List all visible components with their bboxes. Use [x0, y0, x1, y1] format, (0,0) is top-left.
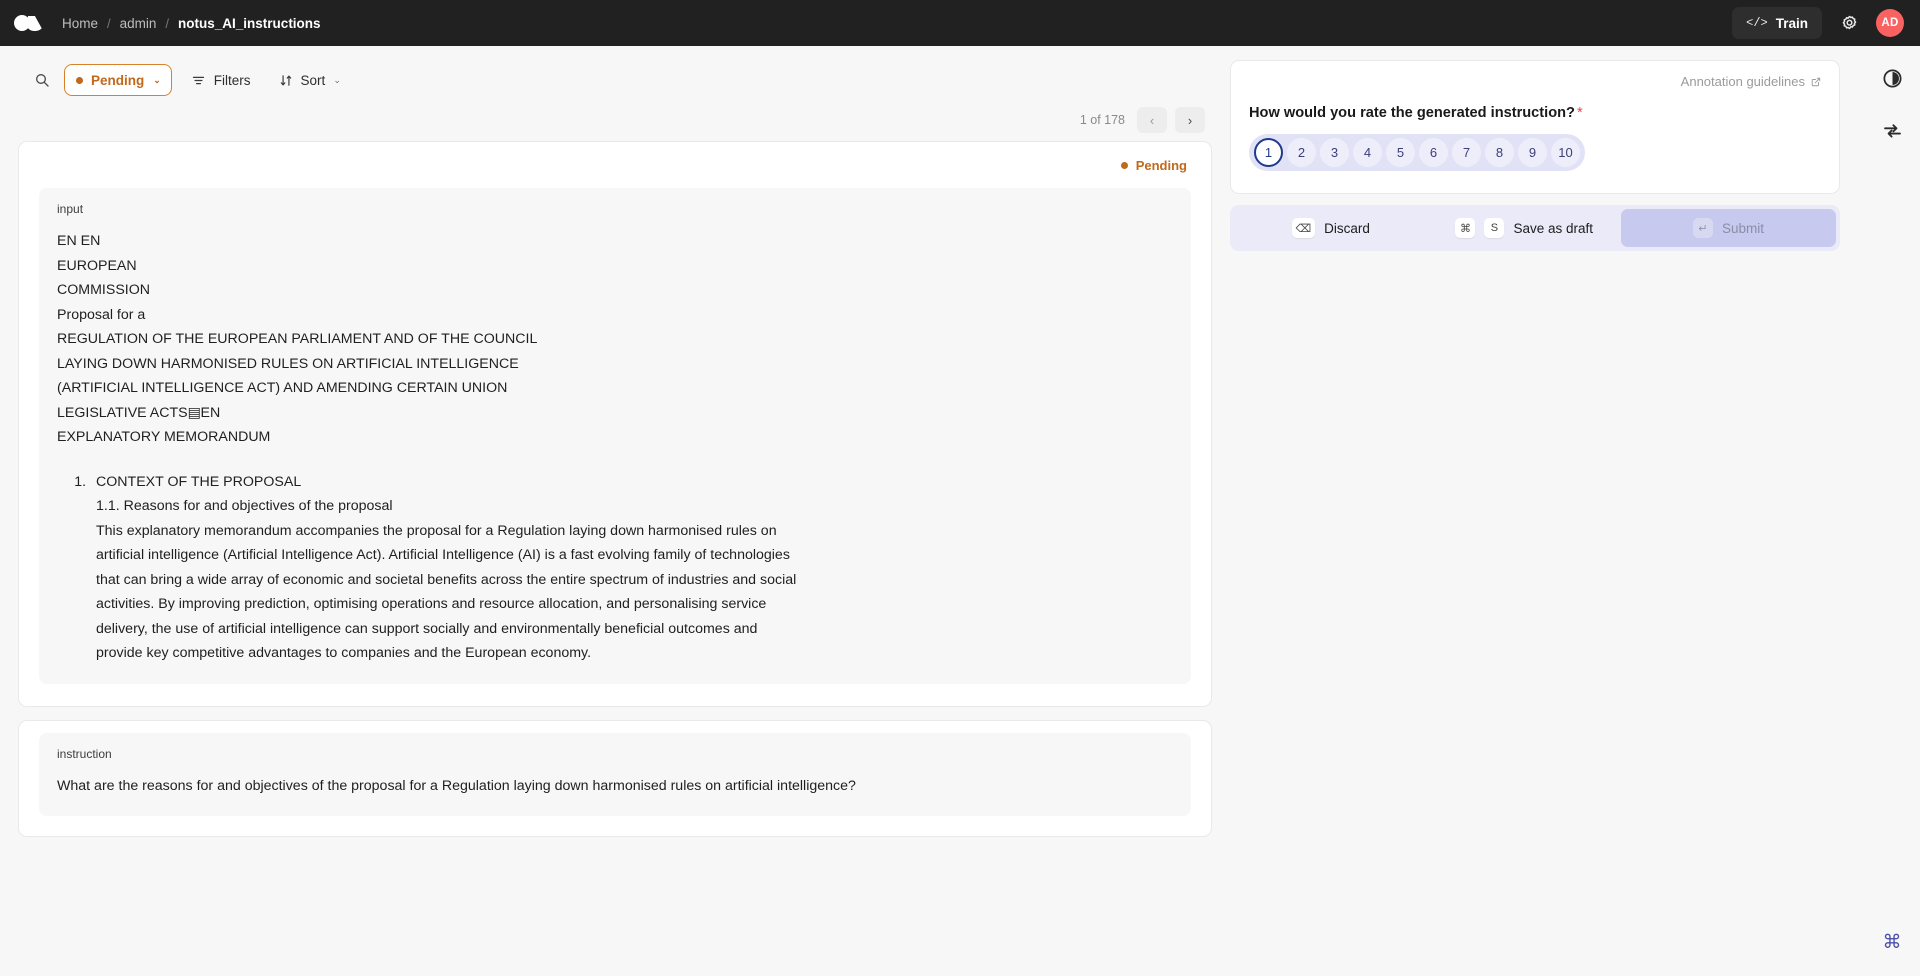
- status-filter-label: Pending: [91, 73, 144, 88]
- search-button[interactable]: [30, 68, 54, 92]
- rating-option-4[interactable]: 4: [1353, 138, 1382, 167]
- chevron-down-icon: ⌄: [333, 75, 341, 86]
- subsection-heading: 1.1. Reasons for and objectives of the p…: [90, 494, 1173, 519]
- field-instruction: instruction What are the reasons for and…: [39, 733, 1191, 817]
- question-text: How would you rate the generated instruc…: [1249, 105, 1575, 121]
- contrast-mode-icon: [1882, 68, 1903, 89]
- rating-option-9[interactable]: 9: [1518, 138, 1547, 167]
- gear-icon: [1840, 14, 1859, 33]
- submit-label: Submit: [1722, 221, 1764, 236]
- input-body-paragraph: This explanatory memorandum accompanies …: [90, 519, 802, 666]
- rating-scale: 1 2 3 4 5 6 7 8 9 10: [1249, 134, 1585, 171]
- top-bar-actions: </> Train AD: [1732, 7, 1904, 39]
- refresh-icon: [1882, 120, 1903, 141]
- status-dot-icon: [1121, 162, 1128, 169]
- breadcrumb-separator: /: [165, 16, 169, 31]
- rating-option-8[interactable]: 8: [1485, 138, 1514, 167]
- rating-option-2[interactable]: 2: [1287, 138, 1316, 167]
- required-marker: *: [1577, 105, 1583, 121]
- next-record-button[interactable]: ›: [1175, 107, 1205, 133]
- argilla-logo[interactable]: [14, 13, 48, 33]
- annotation-actions: ⌫ Discard ⌘ S Save as draft ↵ Submit: [1230, 205, 1840, 251]
- field-instruction-label: instruction: [57, 747, 1173, 761]
- field-input: input EN EN EUROPEAN COMMISSION Proposal…: [39, 188, 1191, 684]
- sort-label: Sort: [301, 73, 326, 88]
- section-title: CONTEXT OF THE PROPOSAL: [90, 470, 1173, 495]
- search-icon: [34, 72, 50, 88]
- submit-button[interactable]: ↵ Submit: [1621, 209, 1836, 247]
- annotation-guidelines-row: Annotation guidelines: [1249, 74, 1821, 89]
- annotation-guidelines-link[interactable]: Annotation guidelines: [1681, 74, 1805, 89]
- refresh-button[interactable]: [1877, 115, 1907, 145]
- status-badge-label: Pending: [1136, 158, 1187, 173]
- record-card-header: Pending: [19, 142, 1211, 188]
- previous-record-button[interactable]: ‹: [1137, 107, 1167, 133]
- backspace-shortcut-key: ⌫: [1292, 218, 1316, 238]
- train-button-label: Train: [1776, 16, 1808, 31]
- command-palette-button[interactable]: ⌘: [1883, 931, 1902, 954]
- pagination-label: 1 of 178: [1080, 113, 1125, 127]
- filter-icon: [191, 73, 206, 88]
- field-input-label: input: [57, 202, 1173, 216]
- discard-label: Discard: [1324, 221, 1370, 236]
- app-body: Pending ⌄ Filters Sort ⌄: [0, 46, 1920, 976]
- instruction-card: instruction What are the reasons for and…: [18, 720, 1212, 838]
- rating-option-6[interactable]: 6: [1419, 138, 1448, 167]
- status-badge: Pending: [1121, 158, 1187, 173]
- save-as-draft-button[interactable]: ⌘ S Save as draft: [1428, 209, 1622, 247]
- breadcrumb-item-dataset[interactable]: notus_AI_instructions: [178, 16, 321, 31]
- command-shortcut-key: ⌘: [1455, 218, 1475, 238]
- code-icon: </>: [1746, 16, 1768, 30]
- filters-label: Filters: [214, 73, 251, 88]
- rating-option-3[interactable]: 3: [1320, 138, 1349, 167]
- settings-button[interactable]: [1836, 10, 1862, 36]
- rating-option-1[interactable]: 1: [1254, 138, 1283, 167]
- breadcrumb-item-home[interactable]: Home: [62, 16, 98, 31]
- rating-option-5[interactable]: 5: [1386, 138, 1415, 167]
- record-card: Pending input EN EN EUROPEAN COMMISSION …: [18, 141, 1212, 707]
- input-numbered-list: CONTEXT OF THE PROPOSAL 1.1. Reasons for…: [57, 470, 1173, 666]
- records-pane: Pending ⌄ Filters Sort ⌄: [0, 46, 1230, 976]
- save-as-draft-label: Save as draft: [1513, 221, 1593, 236]
- rating-option-10[interactable]: 10: [1551, 138, 1580, 167]
- contrast-mode-button[interactable]: [1877, 63, 1907, 93]
- filters-button[interactable]: Filters: [182, 64, 260, 96]
- field-instruction-text: What are the reasons for and objectives …: [57, 774, 1173, 799]
- question-title: How would you rate the generated instruc…: [1249, 105, 1821, 121]
- top-navigation-bar: Home / admin / notus_AI_instructions </>…: [0, 0, 1920, 46]
- records-toolbar: Pending ⌄ Filters Sort ⌄: [18, 60, 1212, 100]
- train-button[interactable]: </> Train: [1732, 7, 1822, 39]
- right-rail: ⌘: [1864, 46, 1920, 976]
- enter-shortcut-key: ↵: [1693, 218, 1713, 238]
- sort-icon: [279, 73, 293, 88]
- avatar[interactable]: AD: [1876, 9, 1904, 37]
- logo-tail-shape: [26, 16, 45, 31]
- question-card: Annotation guidelines How would you rate…: [1230, 60, 1840, 194]
- discard-button[interactable]: ⌫ Discard: [1234, 209, 1428, 247]
- breadcrumb-item-admin[interactable]: admin: [120, 16, 157, 31]
- sort-button[interactable]: Sort ⌄: [270, 64, 350, 96]
- status-dot-icon: [76, 77, 83, 84]
- block-glyph-icon: ▤: [188, 405, 201, 421]
- s-shortcut-key: S: [1484, 218, 1504, 238]
- status-filter-dropdown[interactable]: Pending ⌄: [64, 64, 172, 96]
- chevron-down-icon: ⌄: [153, 75, 161, 86]
- rating-option-7[interactable]: 7: [1452, 138, 1481, 167]
- breadcrumb-separator: /: [107, 16, 111, 31]
- field-input-header-text: EN EN EUROPEAN COMMISSION Proposal for a…: [57, 229, 1173, 450]
- breadcrumb: Home / admin / notus_AI_instructions: [62, 16, 321, 31]
- list-item: CONTEXT OF THE PROPOSAL 1.1. Reasons for…: [90, 470, 1173, 666]
- input-header-lines: EN EN EUROPEAN COMMISSION Proposal for a…: [57, 233, 537, 421]
- annotation-pane: Annotation guidelines How would you rate…: [1230, 46, 1868, 976]
- external-link-icon[interactable]: [1811, 77, 1821, 87]
- pagination-controls: 1 of 178 ‹ ›: [18, 102, 1212, 138]
